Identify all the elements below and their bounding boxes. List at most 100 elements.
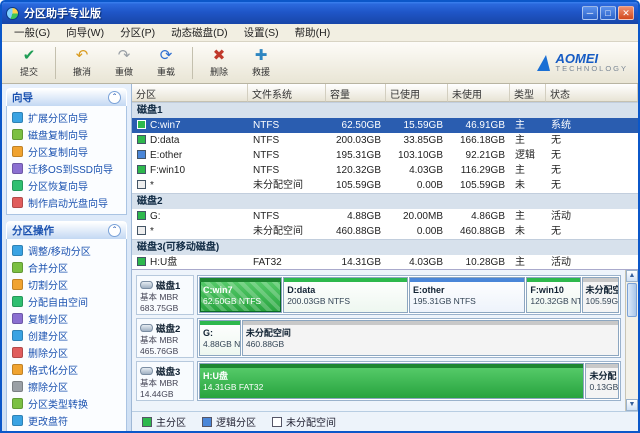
partition-row[interactable]: D:dataNTFS200.03GB33.85GB166.18GB主无 <box>132 133 638 148</box>
partition-row[interactable]: F:win10NTFS120.32GB4.03GB116.29GB主无 <box>132 163 638 178</box>
toolbar-button[interactable]: ✚救援 <box>240 44 282 82</box>
sidebar-item[interactable]: 制作启动光盘向导 <box>9 194 124 211</box>
disk-segment[interactable]: D:data200.03GB NTFS <box>283 277 408 313</box>
scrollbar-track[interactable] <box>626 318 638 399</box>
sidebar-item-label: 磁盘复制向导 <box>28 127 88 142</box>
window-title: 分区助手专业版 <box>24 5 582 21</box>
sidebar-item-icon <box>12 146 23 157</box>
disk-segment[interactable]: 未分配0.13GB <box>585 363 619 399</box>
disk-icon <box>140 281 153 289</box>
partition-row[interactable]: *未分配空间460.88GB0.00B460.88GB未无 <box>132 224 638 239</box>
minimize-button[interactable]: ─ <box>582 6 598 20</box>
filesystem-cell: NTFS <box>248 133 326 148</box>
menu-item[interactable]: 动态磁盘(D) <box>163 24 236 41</box>
panel-header[interactable]: 分区操作ˆ <box>6 221 127 239</box>
column-header[interactable]: 已使用 <box>386 84 448 102</box>
toolbar-button[interactable]: ↶撤消 <box>61 44 103 82</box>
disk-segment[interactable]: E:other195.31GB NTFS <box>409 277 525 313</box>
panel-body: 扩展分区向导磁盘复制向导分区复制向导迁移OS到SSD向导分区恢复向导制作启动光盘… <box>6 106 127 215</box>
partition-name: D:data <box>150 135 179 146</box>
partition-row[interactable]: E:otherNTFS195.31GB103.10GB92.21GB逻辑无 <box>132 148 638 163</box>
sidebar-item[interactable]: 扩展分区向导 <box>9 109 124 126</box>
sidebar-item[interactable]: 分区复制向导 <box>9 143 124 160</box>
disk-group-row[interactable]: 磁盘1 <box>132 102 638 118</box>
sidebar-item[interactable]: 更改盘符 <box>9 412 124 429</box>
capacity-cell: 195.31GB <box>326 148 386 163</box>
sidebar-item[interactable]: 切割分区 <box>9 276 124 293</box>
sidebar-item[interactable]: 格式化分区 <box>9 361 124 378</box>
sidebar-item[interactable]: 磁盘复制向导 <box>9 126 124 143</box>
brand-subtitle: TECHNOLOGY <box>555 65 628 73</box>
panel-header[interactable]: 向导ˆ <box>6 88 127 106</box>
partition-row[interactable]: C:win7NTFS62.50GB15.59GB46.91GB主系统 <box>132 118 638 133</box>
disk-size-label: 14.44GB <box>140 389 190 400</box>
segment-type-strip <box>410 278 524 282</box>
segment-label: 未分配空间 <box>586 285 615 296</box>
close-button[interactable]: ✕ <box>618 6 634 20</box>
column-header[interactable]: 类型 <box>510 84 546 102</box>
column-header[interactable]: 文件系统 <box>248 84 326 102</box>
column-header[interactable]: 未使用 <box>448 84 510 102</box>
disk-segment[interactable]: 未分配空间105.59GB <box>582 277 619 313</box>
partition-type-icon <box>137 180 146 189</box>
disk-group-row[interactable]: 磁盘2 <box>132 193 638 209</box>
sidebar-item-icon <box>12 279 23 290</box>
menu-item[interactable]: 分区(P) <box>112 24 163 41</box>
disk-group-row[interactable]: 磁盘3(可移动磁盘) <box>132 239 638 255</box>
partition-type-icon <box>137 135 146 144</box>
sidebar-item-icon <box>12 180 23 191</box>
disk-bus-label: 基本 MBR <box>140 378 190 389</box>
chevron-up-icon[interactable]: ˆ <box>108 224 121 237</box>
partition-row[interactable]: *未分配空间105.59GB0.00B105.59GB未无 <box>132 178 638 193</box>
sidebar-item[interactable]: 复制分区 <box>9 310 124 327</box>
menu-item[interactable]: 帮助(H) <box>287 24 339 41</box>
toolbar-button[interactable]: ✖删除 <box>198 44 240 82</box>
disk-map-panel: 磁盘1基本 MBR683.75GBC:win762.50GB NTFSD:dat… <box>132 270 638 411</box>
disk-card[interactable]: 磁盘1基本 MBR683.75GB <box>136 275 194 315</box>
sidebar-item[interactable]: 分配自由空间 <box>9 293 124 310</box>
sidebar-item[interactable]: 合并分区 <box>9 259 124 276</box>
maximize-button[interactable]: □ <box>600 6 616 20</box>
used-cell: 4.03GB <box>386 163 448 178</box>
scrollbar-thumb[interactable] <box>627 283 637 317</box>
sidebar-panel: 向导ˆ扩展分区向导磁盘复制向导分区复制向导迁移OS到SSD向导分区恢复向导制作启… <box>6 88 127 215</box>
chevron-up-icon[interactable]: ˆ <box>108 91 121 104</box>
sidebar-item-icon <box>12 364 23 375</box>
sidebar-item-label: 复制分区 <box>28 311 68 326</box>
sidebar-item[interactable]: 隐藏分区 <box>9 429 124 431</box>
toolbar-button[interactable]: ↷重做 <box>103 44 145 82</box>
menu-item[interactable]: 向导(W) <box>58 24 112 41</box>
vertical-scrollbar[interactable]: ▲ ▼ <box>625 270 638 411</box>
disk-card[interactable]: 磁盘2基本 MBR465.76GB <box>136 318 194 358</box>
column-header[interactable]: 分区 <box>132 84 248 102</box>
toolbar-button[interactable]: ⟳重载 <box>145 44 187 82</box>
panel-body: 调整/移动分区合并分区切割分区分配自由空间复制分区创建分区删除分区格式化分区擦除… <box>6 239 127 431</box>
partition-row[interactable]: H:U盘FAT3214.31GB4.03GB10.28GB主活动 <box>132 255 638 270</box>
toolbar-button[interactable]: ✔提交 <box>8 44 50 82</box>
sidebar-item[interactable]: 擦除分区 <box>9 378 124 395</box>
toolbar-separator <box>192 47 193 79</box>
disk-segment[interactable]: G:4.88GB NTFS <box>199 320 241 356</box>
disk-segment[interactable]: 未分配空间460.88GB <box>242 320 619 356</box>
column-header[interactable]: 状态 <box>546 84 638 102</box>
menu-item[interactable]: 设置(S) <box>236 24 287 41</box>
disk-segment[interactable]: C:win762.50GB NTFS <box>199 277 282 313</box>
sidebar-item[interactable]: 分区恢复向导 <box>9 177 124 194</box>
sidebar-item[interactable]: 删除分区 <box>9 344 124 361</box>
toolbar-button-icon: ⟳ <box>160 48 173 64</box>
disk-segment[interactable]: F:win10120.32GB NTFS <box>526 277 580 313</box>
disk-segment[interactable]: H:U盘14.31GB FAT32 <box>199 363 584 399</box>
column-header[interactable]: 容量 <box>326 84 386 102</box>
sidebar-item[interactable]: 调整/移动分区 <box>9 242 124 259</box>
sidebar-item-icon <box>12 262 23 273</box>
disk-card[interactable]: 磁盘3基本 MBR14.44GB <box>136 361 194 401</box>
partition-row[interactable]: G:NTFS4.88GB20.00MB4.86GB主活动 <box>132 209 638 224</box>
scroll-up-arrow-icon[interactable]: ▲ <box>626 270 638 282</box>
scroll-down-arrow-icon[interactable]: ▼ <box>626 399 638 411</box>
sidebar-item[interactable]: 创建分区 <box>9 327 124 344</box>
sidebar-item[interactable]: 分区类型转换 <box>9 395 124 412</box>
sidebar-item[interactable]: 迁移OS到SSD向导 <box>9 160 124 177</box>
sidebar-panel: 分区操作ˆ调整/移动分区合并分区切割分区分配自由空间复制分区创建分区删除分区格式… <box>6 221 127 431</box>
partition-name: * <box>150 226 154 237</box>
menu-item[interactable]: 一般(G) <box>6 24 58 41</box>
